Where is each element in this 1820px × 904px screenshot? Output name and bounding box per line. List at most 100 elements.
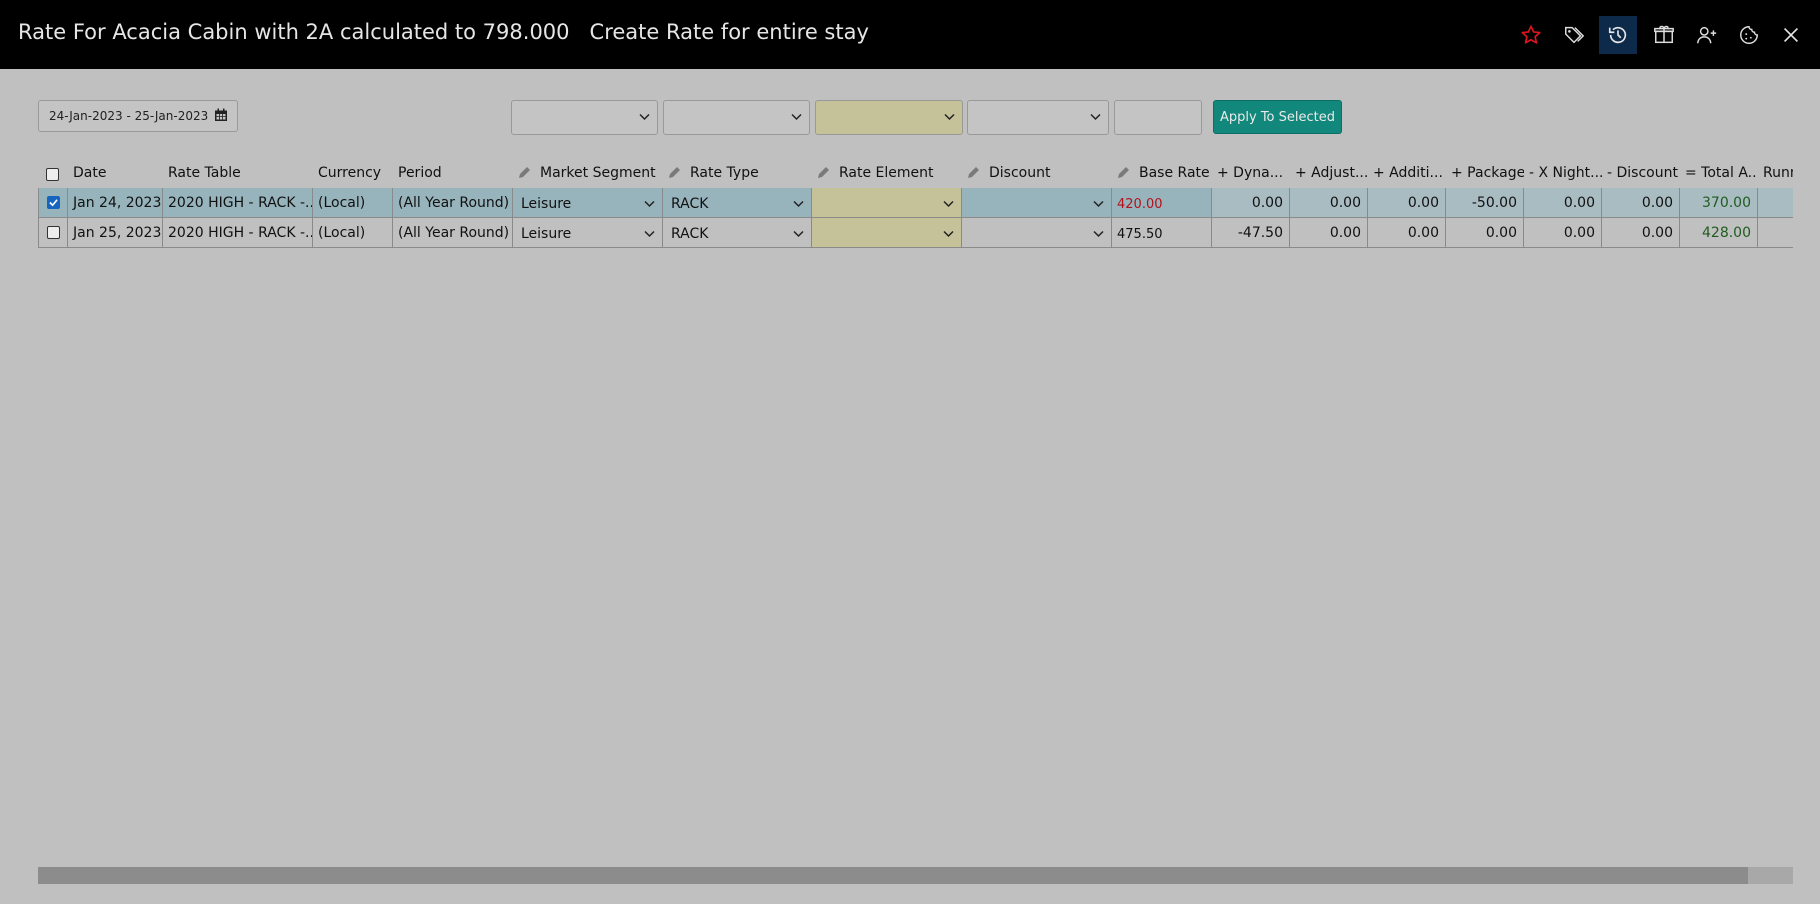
- discount-select[interactable]: [962, 218, 1112, 248]
- chevron-down-icon: [639, 113, 650, 121]
- running-cell: 3: [1758, 188, 1793, 218]
- rate-element-select[interactable]: [812, 218, 962, 248]
- x-nights-cell: 0.00: [1524, 218, 1602, 248]
- col-date[interactable]: Date: [68, 160, 163, 190]
- horizontal-scrollbar[interactable]: [38, 867, 1793, 884]
- col-discount-label: Discount: [989, 165, 1051, 181]
- adjustment-cell: 0.00: [1290, 188, 1368, 218]
- rate-title: Rate For Acacia Cabin with 2A calculated…: [18, 20, 570, 44]
- dynamic-cell: -47.50: [1212, 218, 1290, 248]
- package-cell: 0.00: [1446, 218, 1524, 248]
- chevron-down-icon: [793, 200, 804, 208]
- chevron-down-icon: [943, 200, 954, 208]
- rate-element-select[interactable]: [812, 188, 962, 218]
- chevron-down-icon: [791, 113, 802, 121]
- history-icon[interactable]: [1599, 16, 1637, 54]
- row-select-cell: [38, 188, 68, 218]
- rate-grid: Date Rate Table Currency Period Market S…: [38, 160, 1793, 248]
- base-rate-input[interactable]: [1114, 100, 1202, 135]
- window-title: Rate For Acacia Cabin with 2A calculated…: [18, 20, 869, 44]
- grid-header: Date Rate Table Currency Period Market S…: [38, 160, 1793, 190]
- col-discount[interactable]: Discount: [962, 160, 1112, 190]
- row-checkbox[interactable]: [47, 226, 60, 239]
- col-package[interactable]: + Package: [1446, 160, 1524, 190]
- rate-element-filter-select[interactable]: [815, 100, 963, 135]
- row-select-cell: [38, 218, 68, 248]
- close-icon[interactable]: [1772, 16, 1810, 54]
- pencil-icon[interactable]: [1117, 165, 1131, 179]
- cookie-icon[interactable]: [1730, 16, 1768, 54]
- period-cell: (All Year Round): [393, 218, 513, 248]
- select-all-checkbox[interactable]: [46, 168, 59, 181]
- adjustment-cell: 0.00: [1290, 218, 1368, 248]
- running-cell: 7: [1758, 218, 1793, 248]
- table-row[interactable]: Jan 25, 2023 2020 HIGH - RACK -... (Loca…: [38, 218, 1793, 248]
- currency-cell: (Local): [313, 188, 393, 218]
- rate-type-filter-select[interactable]: [663, 100, 810, 135]
- col-base-rate[interactable]: Base Rate: [1112, 160, 1212, 190]
- date-cell: Jan 25, 2023: [68, 218, 163, 248]
- date-range-picker[interactable]: 24-Jan-2023 - 25-Jan-2023: [38, 100, 238, 132]
- rate-type-select[interactable]: RACK: [663, 218, 812, 248]
- col-currency[interactable]: Currency: [313, 160, 393, 190]
- col-market-segment[interactable]: Market Segment: [513, 160, 663, 190]
- discount-select[interactable]: [962, 188, 1112, 218]
- col-market-segment-label: Market Segment: [540, 165, 656, 181]
- date-range-value: 24-Jan-2023 - 25-Jan-2023: [49, 109, 209, 123]
- additional-cell: 0.00: [1368, 218, 1446, 248]
- col-x-nights[interactable]: - X Night...: [1524, 160, 1602, 190]
- rate-type-select[interactable]: RACK: [663, 188, 812, 218]
- chevron-down-icon: [644, 230, 655, 238]
- tags-icon[interactable]: [1555, 16, 1593, 54]
- x-nights-cell: 0.00: [1524, 188, 1602, 218]
- chevron-down-icon: [1090, 113, 1101, 121]
- col-rate-table[interactable]: Rate Table: [163, 160, 313, 190]
- col-discount-amount[interactable]: - Discount: [1602, 160, 1680, 190]
- pencil-icon[interactable]: [817, 165, 831, 179]
- col-base-rate-label: Base Rate: [1139, 165, 1210, 181]
- period-cell: (All Year Round): [393, 188, 513, 218]
- pencil-icon[interactable]: [668, 165, 682, 179]
- table-row[interactable]: Jan 24, 2023 2020 HIGH - RACK -... (Loca…: [38, 188, 1793, 218]
- discount-amount-cell: 0.00: [1602, 188, 1680, 218]
- col-dynamic[interactable]: + Dyna...: [1212, 160, 1290, 190]
- apply-to-selected-button[interactable]: Apply To Selected: [1213, 100, 1342, 134]
- base-rate-cell[interactable]: 475.50: [1112, 218, 1212, 248]
- currency-cell: (Local): [313, 218, 393, 248]
- market-segment-select[interactable]: Leisure: [513, 218, 663, 248]
- col-total[interactable]: = Total A...: [1680, 160, 1758, 190]
- star-icon[interactable]: [1512, 16, 1550, 54]
- additional-cell: 0.00: [1368, 188, 1446, 218]
- pencil-icon[interactable]: [967, 165, 981, 179]
- col-rate-element[interactable]: Rate Element: [812, 160, 962, 190]
- scrollbar-thumb[interactable]: [38, 867, 1748, 884]
- package-cell: -50.00: [1446, 188, 1524, 218]
- chevron-down-icon: [1093, 230, 1104, 238]
- market-segment-value: Leisure: [521, 196, 572, 212]
- calendar-icon[interactable]: [214, 108, 228, 122]
- rate-subtitle: Create Rate for entire stay: [589, 20, 869, 44]
- total-cell: 428.00: [1680, 218, 1758, 248]
- col-adjustment[interactable]: + Adjust...: [1290, 160, 1368, 190]
- rate-table-cell: 2020 HIGH - RACK -...: [163, 188, 313, 218]
- add-guest-icon[interactable]: [1688, 16, 1726, 54]
- dynamic-cell: 0.00: [1212, 188, 1290, 218]
- chevron-down-icon: [943, 230, 954, 238]
- market-segment-select[interactable]: Leisure: [513, 188, 663, 218]
- pencil-icon[interactable]: [518, 165, 532, 179]
- select-all-cell: [38, 160, 68, 190]
- chevron-down-icon: [1093, 200, 1104, 208]
- row-checkbox[interactable]: [47, 196, 60, 209]
- discount-filter-select[interactable]: [967, 100, 1109, 135]
- discount-amount-cell: 0.00: [1602, 218, 1680, 248]
- col-rate-type[interactable]: Rate Type: [663, 160, 812, 190]
- chevron-down-icon: [644, 200, 655, 208]
- col-rate-element-label: Rate Element: [839, 165, 934, 181]
- col-period[interactable]: Period: [393, 160, 513, 190]
- col-running[interactable]: Runn: [1758, 160, 1793, 190]
- col-rate-type-label: Rate Type: [690, 165, 759, 181]
- package-icon[interactable]: [1645, 16, 1683, 54]
- col-additional[interactable]: + Additi...: [1368, 160, 1446, 190]
- market-segment-filter-select[interactable]: [511, 100, 658, 135]
- base-rate-cell[interactable]: 420.00: [1112, 188, 1212, 218]
